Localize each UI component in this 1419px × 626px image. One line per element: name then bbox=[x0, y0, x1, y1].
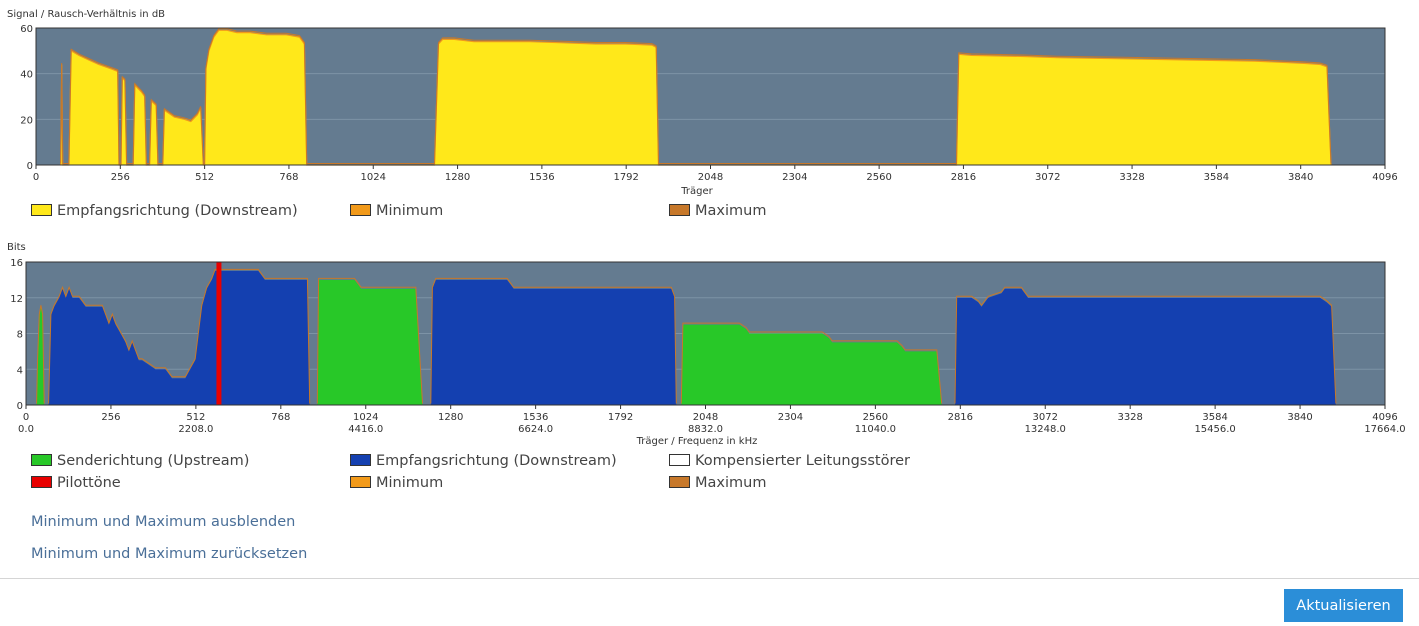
y-tick-label: 40 bbox=[20, 70, 33, 81]
x-tick-label-frequency: 0.0 bbox=[18, 424, 34, 435]
x-tick-label: 1792 bbox=[613, 172, 638, 183]
bits-legend-minimum: Minimum bbox=[350, 475, 443, 491]
legend-label: Senderichtung (Upstream) bbox=[57, 453, 250, 469]
x-tick-label: 512 bbox=[195, 172, 214, 183]
bits-legend-pilot: Pilottöne bbox=[31, 475, 121, 491]
x-tick-label-frequency: 4416.0 bbox=[348, 424, 383, 435]
x-tick-label: 2304 bbox=[778, 412, 803, 423]
y-tick-label: 20 bbox=[20, 115, 33, 126]
bits-legend-compensated: Kompensierter Leitungsstörer bbox=[669, 453, 910, 469]
legend-swatch bbox=[31, 204, 52, 216]
x-tick-label: 768 bbox=[279, 172, 298, 183]
refresh-button[interactable]: Aktualisieren bbox=[1284, 589, 1403, 622]
x-tick-label: 1792 bbox=[608, 412, 633, 423]
x-tick-label: 0 bbox=[23, 412, 29, 423]
bits-y-ticks: 0 4 8 12 16 bbox=[10, 258, 23, 412]
x-tick-label: 4096 bbox=[1372, 172, 1397, 183]
bits-legend-downstream: Empfangsrichtung (Downstream) bbox=[350, 453, 617, 469]
bits-downstream-area bbox=[955, 288, 1336, 405]
legend-swatch bbox=[669, 454, 690, 466]
bits-legend-maximum: Maximum bbox=[669, 475, 766, 491]
x-tick-label: 1280 bbox=[438, 412, 463, 423]
legend-label: Empfangsrichtung (Downstream) bbox=[376, 453, 617, 469]
y-tick-label: 12 bbox=[10, 294, 23, 305]
charts-canvas: Signal / Rausch-Verhältnis in dB 0204060… bbox=[7, 9, 1406, 447]
legend-swatch bbox=[31, 454, 52, 466]
x-tick-label: 4096 bbox=[1372, 412, 1397, 423]
legend-swatch bbox=[350, 204, 371, 216]
legend-label: Kompensierter Leitungsstörer bbox=[695, 453, 910, 469]
reset-minmax-link[interactable]: Minimum und Maximum zurücksetzen bbox=[31, 546, 307, 562]
x-tick-label: 2816 bbox=[951, 172, 976, 183]
x-tick-label: 3840 bbox=[1288, 172, 1313, 183]
x-tick-label: 1536 bbox=[523, 412, 548, 423]
x-tick-label: 3840 bbox=[1287, 412, 1312, 423]
x-tick-label: 0 bbox=[33, 172, 39, 183]
bits-x-axis-label: Träger / Frequenz in kHz bbox=[636, 436, 758, 447]
legend-swatch bbox=[350, 454, 371, 466]
x-tick-label-frequency: 8832.0 bbox=[688, 424, 723, 435]
y-tick-label: 8 bbox=[17, 330, 23, 341]
bits-upstream-area bbox=[317, 279, 423, 405]
x-tick-label: 1024 bbox=[353, 412, 378, 423]
x-tick-label: 3328 bbox=[1117, 412, 1142, 423]
x-tick-label: 2816 bbox=[948, 412, 973, 423]
y-tick-label: 60 bbox=[20, 24, 33, 35]
snr-chart: Signal / Rausch-Verhältnis in dB 0 20 40 60… bbox=[7, 9, 1398, 197]
legend-swatch bbox=[31, 476, 52, 488]
x-tick-label-frequency: 13248.0 bbox=[1025, 424, 1066, 435]
snr-legend-minimum: Minimum bbox=[350, 203, 443, 219]
x-tick-label-frequency: 6624.0 bbox=[518, 424, 553, 435]
snr-legend-downstream: Empfangsrichtung (Downstream) bbox=[31, 203, 298, 219]
legend-swatch bbox=[350, 476, 371, 488]
y-tick-label: 0 bbox=[27, 161, 33, 172]
x-tick-label: 512 bbox=[186, 412, 205, 423]
bits-legend-upstream: Senderichtung (Upstream) bbox=[31, 453, 249, 469]
snr-x-axis-label: Träger bbox=[680, 186, 713, 197]
snr-legend-maximum: Maximum bbox=[669, 203, 766, 219]
bits-y-axis-label: Bits bbox=[7, 242, 26, 253]
x-tick-label: 1024 bbox=[361, 172, 386, 183]
x-tick-label: 3584 bbox=[1202, 412, 1227, 423]
legend-swatch bbox=[669, 204, 690, 216]
x-tick-label: 2560 bbox=[866, 172, 891, 183]
legend-label: Minimum bbox=[376, 203, 444, 219]
legend-label: Empfangsrichtung (Downstream) bbox=[57, 203, 298, 219]
y-tick-label: 16 bbox=[10, 258, 23, 269]
toggle-minmax-link[interactable]: Minimum und Maximum ausblenden bbox=[31, 514, 295, 530]
x-tick-label: 256 bbox=[101, 412, 120, 423]
snr-x-ticks: 0 256 512 768 1024 1280 1536 1792 2048 2304 2560 28… bbox=[33, 165, 1398, 183]
y-tick-label: 4 bbox=[17, 365, 23, 376]
x-tick-label: 3072 bbox=[1033, 412, 1058, 423]
bits-x-ticks: 00.0 256 5122208.0 768 10244416.0 1280 1536662… bbox=[18, 405, 1406, 435]
x-tick-label: 3072 bbox=[1035, 172, 1060, 183]
legend-label: Maximum bbox=[695, 475, 767, 491]
x-tick-label: 2048 bbox=[693, 412, 718, 423]
x-tick-label: 1280 bbox=[445, 172, 470, 183]
x-tick-label-frequency: 2208.0 bbox=[178, 424, 213, 435]
legend-label: Pilottöne bbox=[57, 475, 121, 491]
x-tick-label-frequency: 17664.0 bbox=[1364, 424, 1405, 435]
footer-divider bbox=[0, 578, 1419, 579]
x-tick-label: 2304 bbox=[782, 172, 807, 183]
x-tick-label-frequency: 11040.0 bbox=[855, 424, 896, 435]
bits-chart: Bits 0481216 00.0256 5122208.0768 10244416… bbox=[7, 242, 1406, 447]
x-tick-label: 2560 bbox=[863, 412, 888, 423]
x-tick-label-frequency: 15456.0 bbox=[1194, 424, 1235, 435]
legend-label: Maximum bbox=[695, 203, 767, 219]
legend-swatch bbox=[669, 476, 690, 488]
bits-downstream-area bbox=[430, 279, 677, 405]
x-tick-label: 768 bbox=[271, 412, 290, 423]
snr-y-axis-label: Signal / Rausch-Verhältnis in dB bbox=[7, 9, 165, 20]
x-tick-label: 1536 bbox=[529, 172, 554, 183]
x-tick-label: 3584 bbox=[1204, 172, 1229, 183]
x-tick-label: 256 bbox=[111, 172, 130, 183]
pilot-tone-bar bbox=[216, 262, 222, 405]
legend-label: Minimum bbox=[376, 475, 444, 491]
x-tick-label: 2048 bbox=[698, 172, 723, 183]
snr-y-ticks: 0 20 40 60 bbox=[20, 24, 33, 172]
y-tick-label: 0 bbox=[17, 401, 23, 412]
x-tick-label: 3328 bbox=[1119, 172, 1144, 183]
